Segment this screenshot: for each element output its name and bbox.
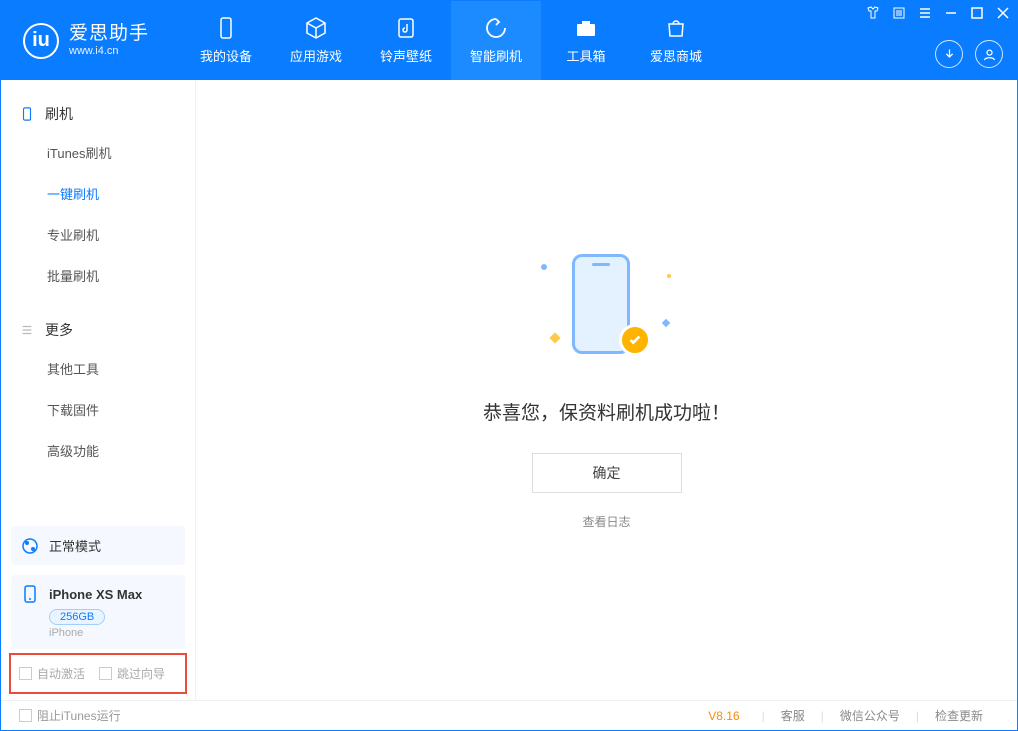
toolbox-icon [574,16,598,40]
sidebar-item-advanced[interactable]: 高级功能 [1,430,195,471]
success-message: 恭喜您，保资料刷机成功啦！ [483,398,730,425]
device-card[interactable]: iPhone XS Max 256GB iPhone [11,575,185,649]
logo-subtitle: www.i4.cn [69,45,149,57]
list-icon[interactable] [891,5,907,21]
footer-link-wechat[interactable]: 微信公众号 [824,707,916,724]
check-icon [619,324,651,356]
mode-indicator[interactable]: 正常模式 [11,526,185,565]
tab-apps[interactable]: 应用游戏 [271,1,361,80]
tab-label: 我的设备 [200,46,252,65]
logo-title: 爱思助手 [69,24,149,45]
music-icon [394,16,418,40]
maximize-button[interactable] [969,5,985,21]
tab-label: 智能刷机 [470,46,522,65]
tab-label: 爱思商城 [650,46,702,65]
logo-icon: iu [23,23,59,59]
sidebar-group-title: 刷机 [45,104,73,124]
close-button[interactable] [995,5,1011,21]
cube-icon [304,16,328,40]
download-button[interactable] [935,40,963,68]
block-itunes-checkbox[interactable]: 阻止iTunes运行 [19,707,121,724]
bag-icon [664,16,688,40]
capacity-badge: 256GB [49,609,105,625]
mode-label: 正常模式 [49,536,101,555]
footer-link-support[interactable]: 客服 [765,707,821,724]
device-type: iPhone [49,627,175,639]
skip-guide-checkbox[interactable]: 跳过向导 [99,665,165,682]
tab-flash[interactable]: 智能刷机 [451,1,541,80]
tab-ringtone[interactable]: 铃声壁纸 [361,1,451,80]
sidebar-item-itunes-flash[interactable]: iTunes刷机 [1,132,195,173]
mode-icon [21,537,39,555]
tab-label: 铃声壁纸 [380,46,432,65]
success-illustration [537,250,677,370]
tab-store[interactable]: 爱思商城 [631,1,721,80]
view-log-link[interactable]: 查看日志 [582,513,630,530]
sidebar-item-oneclick-flash[interactable]: 一键刷机 [1,173,195,214]
sidebar-item-batch-flash[interactable]: 批量刷机 [1,255,195,296]
menu-icon[interactable] [917,5,933,21]
tab-label: 工具箱 [567,46,606,65]
content-area: 恭喜您，保资料刷机成功啦！ 确定 查看日志 [196,80,1017,700]
sidebar-item-pro-flash[interactable]: 专业刷机 [1,214,195,255]
footer: 阻止iTunes运行 V8.16 | 客服 | 微信公众号 | 检查更新 [1,700,1017,730]
phone-icon [214,16,238,40]
refresh-icon [484,16,508,40]
list-icon [19,322,35,338]
account-button[interactable] [975,40,1003,68]
tab-label: 应用游戏 [290,46,342,65]
sidebar-item-other-tools[interactable]: 其他工具 [1,348,195,389]
main-tabs: 我的设备 应用游戏 铃声壁纸 智能刷机 工具箱 爱思商城 [181,1,721,80]
sidebar-item-download-firmware[interactable]: 下载固件 [1,389,195,430]
tab-my-device[interactable]: 我的设备 [181,1,271,80]
app-logo: iu 爱思助手 www.i4.cn [1,23,167,59]
app-header: iu 爱思助手 www.i4.cn 我的设备 应用游戏 铃声壁纸 智能刷机 工具… [1,1,1017,80]
version-label: V8.16 [708,709,739,723]
ok-button[interactable]: 确定 [532,453,682,493]
device-name: iPhone XS Max [49,587,142,602]
sidebar-group-more: 更多 [1,312,195,348]
tab-toolbox[interactable]: 工具箱 [541,1,631,80]
footer-link-update[interactable]: 检查更新 [919,707,999,724]
minimize-button[interactable] [943,5,959,21]
options-highlight: 自动激活 跳过向导 [9,653,187,694]
phone-outline-icon [19,106,35,122]
sidebar: 刷机 iTunes刷机 一键刷机 专业刷机 批量刷机 更多 其他工具 下载固件 … [1,80,196,700]
auto-activate-checkbox[interactable]: 自动激活 [19,665,85,682]
shirt-icon[interactable] [865,5,881,21]
sidebar-group-title: 更多 [45,320,73,340]
sidebar-group-flash: 刷机 [1,96,195,132]
device-icon [21,585,39,603]
